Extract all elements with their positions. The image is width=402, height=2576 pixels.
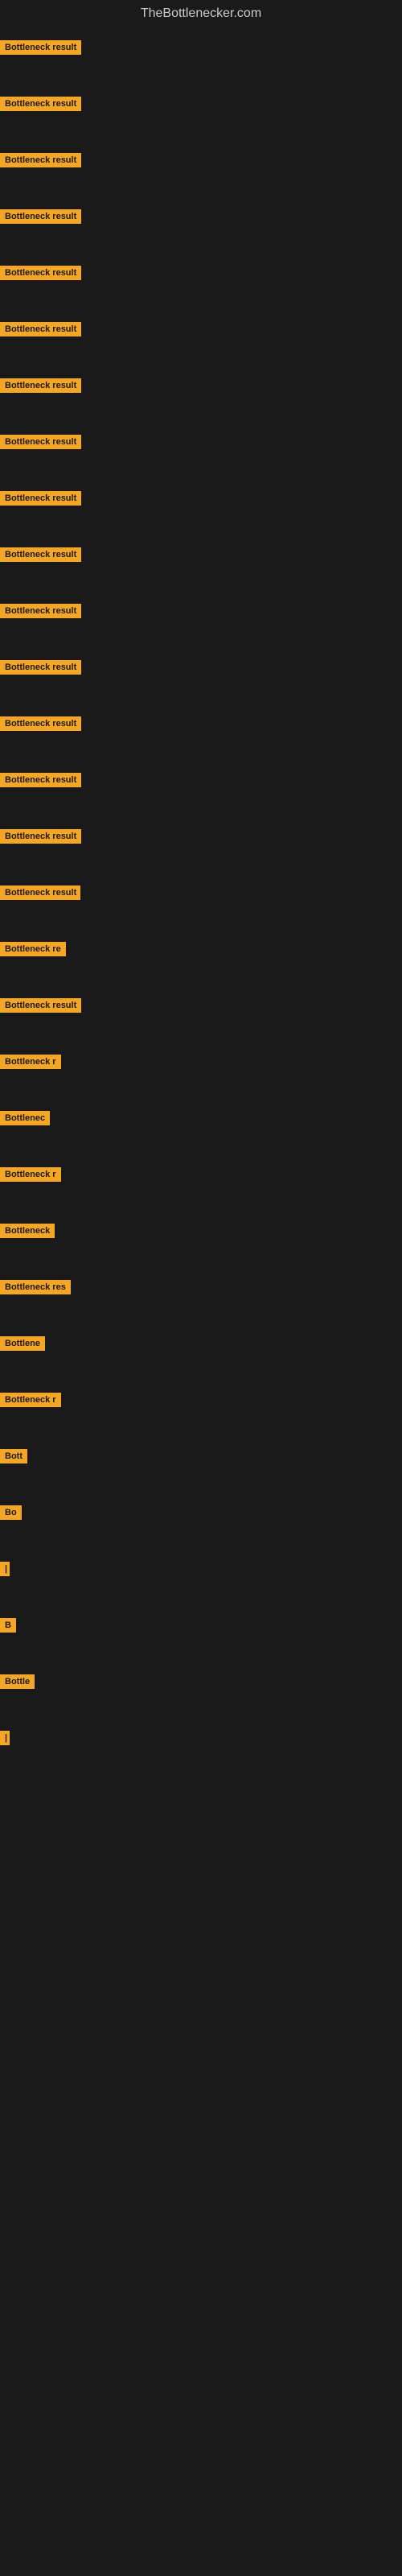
- bar-item: Bottleneck result: [0, 378, 81, 393]
- bar-item: Bottleneck result: [0, 604, 81, 618]
- bar-label: Bottleneck result: [0, 773, 81, 787]
- bar-item: Bottleneck result: [0, 322, 81, 336]
- site-header: TheBottlenecker.com: [0, 0, 402, 24]
- bar-item: Bottleneck r: [0, 1055, 61, 1069]
- bar-label: |: [0, 1562, 10, 1576]
- bar-label: Bottleneck result: [0, 97, 81, 111]
- bar-item: B: [0, 1618, 16, 1633]
- bar-item: Bott: [0, 1449, 27, 1463]
- bar-label: Bottleneck result: [0, 491, 81, 506]
- bar-item: Bottleneck result: [0, 886, 80, 900]
- bar-item: Bottleneck result: [0, 153, 81, 167]
- bar-label: Bottleneck result: [0, 266, 81, 280]
- bar-label: Bottleneck result: [0, 40, 81, 55]
- bar-item: |: [0, 1562, 10, 1576]
- bar-label: Bottleneck result: [0, 829, 81, 844]
- bar-label: Bottleneck re: [0, 942, 66, 956]
- bar-item: Bottleneck result: [0, 40, 81, 55]
- bar-label: Bottleneck r: [0, 1393, 61, 1407]
- bar-item: Bottleneck result: [0, 491, 81, 506]
- bar-label: Bottleneck r: [0, 1167, 61, 1182]
- bar-label: B: [0, 1618, 16, 1633]
- bar-item: Bottlenec: [0, 1111, 50, 1125]
- bar-item: Bottleneck result: [0, 829, 81, 844]
- bar-item: Bo: [0, 1505, 22, 1520]
- bar-label: Bott: [0, 1449, 27, 1463]
- bar-label: Bottleneck result: [0, 378, 81, 393]
- bar-label: Bottle: [0, 1674, 35, 1689]
- bar-label: Bottlene: [0, 1336, 45, 1351]
- bar-item: Bottle: [0, 1674, 35, 1689]
- bar-label: Bottleneck result: [0, 604, 81, 618]
- bar-label: Bottleneck result: [0, 547, 81, 562]
- bar-item: Bottleneck result: [0, 547, 81, 562]
- chart-area: Bottleneck result Bottleneck result Bottle…: [0, 24, 402, 2560]
- bar-item: Bottleneck res: [0, 1280, 71, 1294]
- bar-item: Bottleneck r: [0, 1393, 61, 1407]
- site-title: TheBottlenecker.com: [0, 0, 402, 24]
- bar-label: Bo: [0, 1505, 22, 1520]
- bar-item: Bottleneck result: [0, 660, 81, 675]
- bar-label: Bottleneck result: [0, 209, 81, 224]
- bar-item: Bottleneck: [0, 1224, 55, 1238]
- bar-item: |: [0, 1731, 10, 1745]
- bar-label: Bottleneck result: [0, 660, 81, 675]
- bar-item: Bottleneck result: [0, 435, 81, 449]
- bar-label: |: [0, 1731, 10, 1745]
- bar-item: Bottleneck result: [0, 716, 81, 731]
- bar-label: Bottleneck res: [0, 1280, 71, 1294]
- bar-item: Bottleneck result: [0, 773, 81, 787]
- bar-item: Bottleneck result: [0, 266, 81, 280]
- bar-label: Bottleneck result: [0, 998, 81, 1013]
- bar-label: Bottleneck result: [0, 716, 81, 731]
- bar-item: Bottleneck result: [0, 97, 81, 111]
- bar-item: Bottleneck r: [0, 1167, 61, 1182]
- bar-item: Bottlene: [0, 1336, 45, 1351]
- bar-item: Bottleneck re: [0, 942, 66, 956]
- bar-label: Bottleneck: [0, 1224, 55, 1238]
- bar-label: Bottleneck result: [0, 886, 80, 900]
- bar-item: Bottleneck result: [0, 998, 81, 1013]
- bar-label: Bottleneck result: [0, 322, 81, 336]
- bar-label: Bottlenec: [0, 1111, 50, 1125]
- bar-label: Bottleneck r: [0, 1055, 61, 1069]
- bar-label: Bottleneck result: [0, 153, 81, 167]
- bar-item: Bottleneck result: [0, 209, 81, 224]
- bar-label: Bottleneck result: [0, 435, 81, 449]
